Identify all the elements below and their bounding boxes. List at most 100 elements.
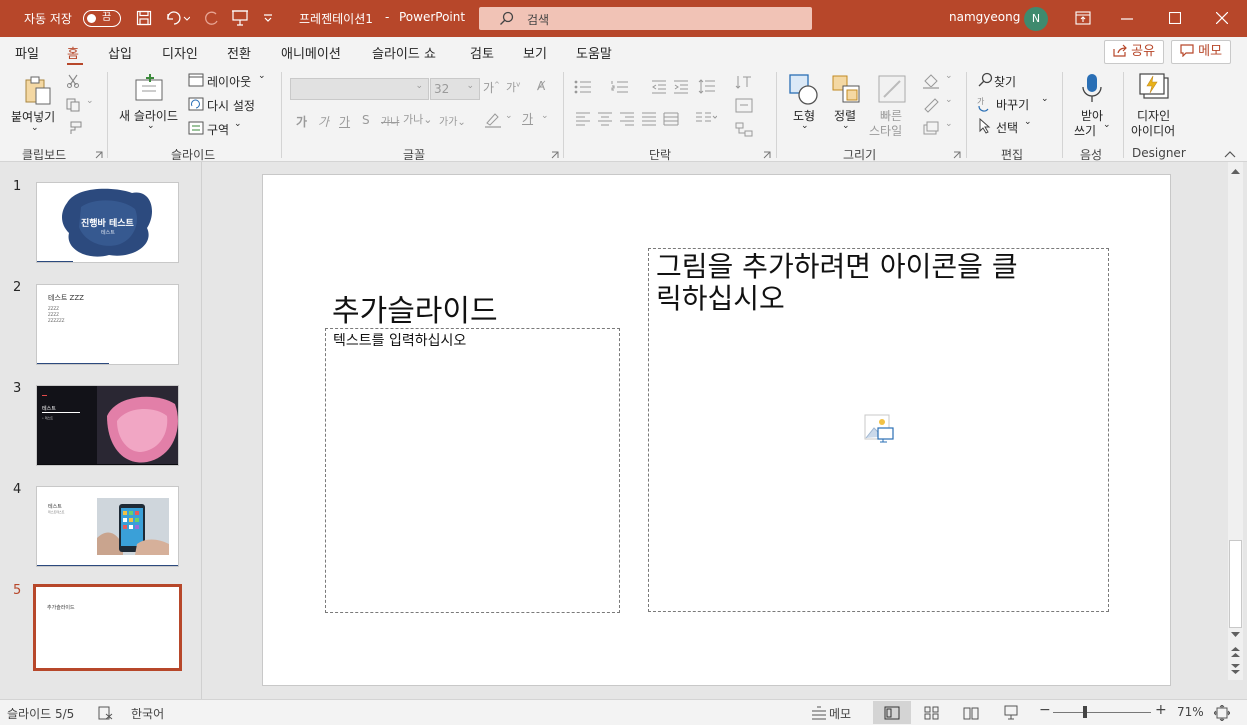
zoom-in-button[interactable]: + [1155,702,1167,718]
replace-button[interactable]: 바꾸기 [996,96,1029,113]
replace-dropdown-icon[interactable]: ⌄ [1041,94,1049,104]
replace-icon[interactable]: 가 [976,95,994,113]
next-slide-icon[interactable] [1231,664,1240,674]
tab-insert[interactable]: 삽입 [108,43,132,62]
select-icon[interactable] [978,118,992,134]
columns-icon[interactable] [695,112,717,126]
drawing-launcher-icon[interactable] [953,151,961,159]
arrange-dropdown-icon[interactable]: ⌄ [842,121,850,131]
slideshow-view-icon[interactable] [1003,705,1019,721]
shape-fill-icon[interactable] [922,73,940,89]
smartart-icon[interactable] [735,122,753,138]
tab-design[interactable]: 디자인 [162,43,198,62]
section-icon[interactable] [188,121,204,135]
copy-dropdown-icon[interactable]: ⌄ [86,96,94,106]
search-box[interactable]: 검색 [479,7,812,30]
numbering-icon[interactable] [611,80,629,94]
ribbon-display-options-icon[interactable] [1075,11,1091,25]
slide-title[interactable]: 추가슬라이드 [332,286,498,330]
language-indicator[interactable]: 한국어 [131,705,164,722]
slide-thumbnail-5[interactable]: 추가슬라이드 [33,584,182,671]
increase-font-icon[interactable]: 가^ [483,79,500,96]
select-dropdown-icon[interactable]: ⌄ [1024,117,1032,127]
undo-icon[interactable] [164,10,190,26]
text-placeholder[interactable]: 텍스트를 입력하십시오 [325,328,620,613]
start-slideshow-icon[interactable] [231,9,249,27]
align-right-icon[interactable] [619,112,635,126]
bold-icon[interactable]: 가 [296,113,307,130]
share-button[interactable]: 공유 [1104,40,1165,64]
paste-dropdown-icon[interactable]: ⌄ [31,123,39,133]
slide-thumbnail-1[interactable]: 진행바 테스트 테스트 [36,182,179,263]
layout-button[interactable]: 레이아웃 [207,73,251,90]
section-dropdown-icon[interactable]: ⌄ [234,119,242,129]
tab-review[interactable]: 검토 [470,43,494,62]
increase-indent-icon[interactable] [673,80,689,94]
quick-styles-label-2[interactable]: 스타일 [869,122,902,139]
normal-view-icon[interactable] [884,706,900,720]
tab-transitions[interactable]: 전환 [227,43,251,62]
zoom-slider-track[interactable] [1053,712,1151,713]
minimize-icon[interactable] [1121,18,1133,20]
slide-canvas[interactable]: 추가슬라이드 텍스트를 입력하십시오 그림을 추가하려면 아이콘을 클 릭하십시… [262,174,1171,686]
justify-icon[interactable] [641,112,657,126]
format-painter-icon[interactable] [66,121,82,135]
shape-outline-dropdown-icon[interactable]: ⌄ [945,95,953,105]
save-icon[interactable] [136,10,152,26]
font-name-combo[interactable]: ⌄ [290,78,429,100]
find-button[interactable]: 찾기 [994,73,1016,90]
picture-placeholder[interactable]: 그림을 추가하려면 아이콘을 클 릭하십시오 [648,248,1109,612]
quick-styles-icon[interactable] [876,73,910,107]
align-text-icon[interactable] [735,98,753,114]
tab-help[interactable]: 도움말 [576,43,612,62]
shapes-icon[interactable] [788,73,822,107]
section-button[interactable]: 구역 [207,121,229,138]
bullets-icon[interactable] [574,80,592,94]
italic-icon[interactable]: 가 [318,113,329,130]
paragraph-launcher-icon[interactable] [763,151,771,159]
slide-thumbnail-3[interactable]: 테스트 • 테스트 [36,385,179,466]
fit-slide-icon[interactable] [1214,705,1230,721]
tab-home[interactable]: 홈 [67,43,79,62]
notes-button[interactable]: 메모 [829,705,851,722]
design-ideas-label-2[interactable]: 아이디어 [1131,122,1175,139]
shape-effects-icon[interactable] [922,121,940,137]
arrange-icon[interactable] [830,73,864,107]
underline-icon[interactable]: 가 [339,113,350,130]
previous-slide-icon[interactable] [1231,647,1240,657]
shape-outline-icon[interactable] [922,97,940,113]
layout-icon[interactable] [188,73,204,87]
new-slide-dropdown-icon[interactable]: ⌄ [147,121,155,131]
align-left-icon[interactable] [575,112,591,126]
text-direction-icon[interactable] [735,74,753,92]
change-case-icon[interactable]: 가가⌄ [439,113,466,128]
accessibility-icon[interactable] [98,706,114,720]
decrease-font-icon[interactable]: 가v [506,79,520,95]
decrease-indent-icon[interactable] [651,80,667,94]
font-color-dropdown-icon[interactable]: ⌄ [541,111,549,121]
select-button[interactable]: 선택 [996,119,1018,136]
design-ideas-icon[interactable] [1138,72,1172,104]
zoom-slider-thumb[interactable] [1083,706,1087,718]
reset-slide-icon[interactable] [188,97,204,111]
layout-dropdown-icon[interactable]: ⌄ [258,71,266,81]
comments-button[interactable]: 메모 [1171,40,1232,64]
character-spacing-icon[interactable]: 가나⌄ [403,111,432,127]
tab-view[interactable]: 보기 [523,43,547,62]
font-launcher-icon[interactable] [551,151,559,159]
close-icon[interactable] [1216,12,1228,24]
dictate-label-2[interactable]: 쓰기 [1074,122,1096,139]
scroll-up-icon[interactable] [1231,168,1240,174]
tab-animations[interactable]: 애니메이션 [281,43,341,62]
new-slide-icon[interactable] [134,74,166,104]
reset-button[interactable]: 다시 설정 [207,97,255,114]
tab-file[interactable]: 파일 [15,43,39,62]
shape-effects-dropdown-icon[interactable]: ⌄ [945,119,953,129]
scroll-down-icon[interactable] [1231,632,1240,638]
insert-picture-icon[interactable] [864,414,894,444]
avatar[interactable]: N [1024,7,1048,31]
vertical-scrollbar[interactable] [1228,162,1243,680]
highlight-dropdown-icon[interactable]: ⌄ [505,111,513,121]
autosave-toggle[interactable]: 끔 [83,10,121,27]
find-icon[interactable] [977,72,993,88]
